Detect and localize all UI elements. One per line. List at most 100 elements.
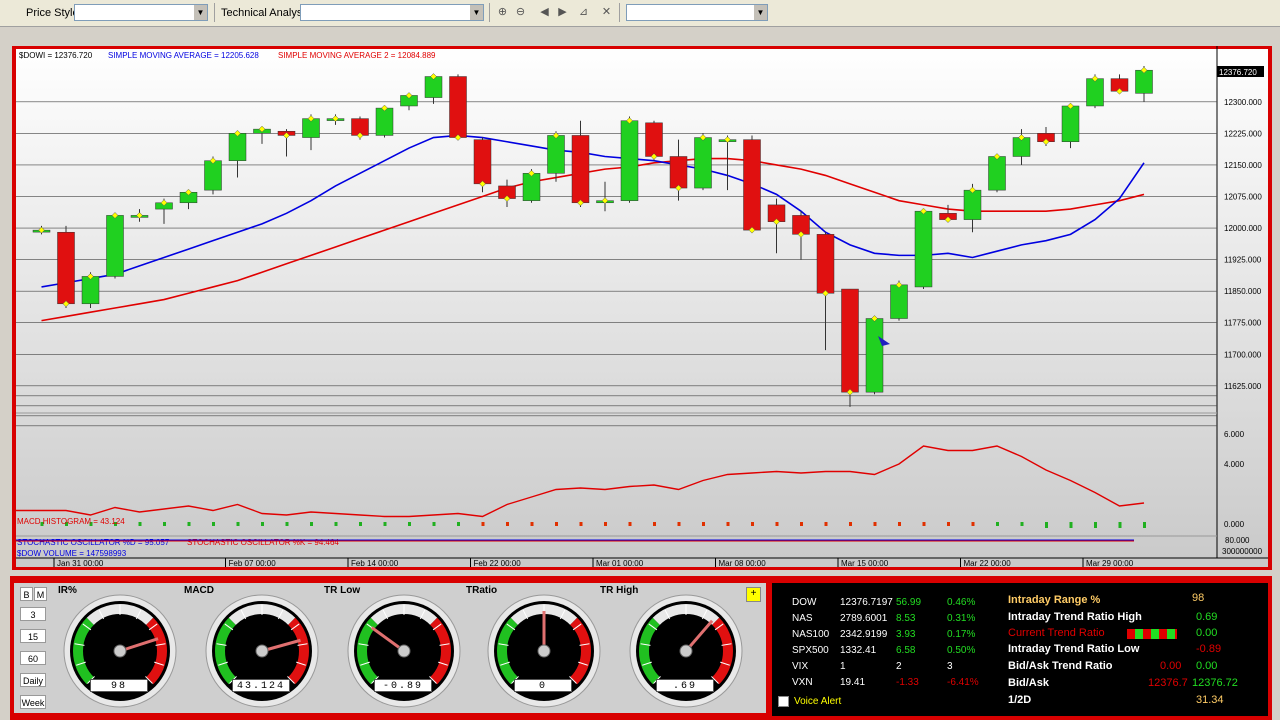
price-tick: 12225.000 xyxy=(1224,129,1262,138)
price-tick: 11700.000 xyxy=(1224,350,1262,359)
macd-histogram-bar xyxy=(383,522,387,526)
time-label: Mar 29 00:00 xyxy=(1086,559,1134,568)
candle-body xyxy=(473,139,492,185)
price-tick: 11850.000 xyxy=(1224,287,1262,296)
chevron-down-icon: ▼ xyxy=(194,5,207,20)
candle-body xyxy=(522,173,541,201)
market-symbol: SPX500 xyxy=(792,645,829,656)
scroll-left-icon[interactable]: ◀ xyxy=(536,4,553,21)
candle-body xyxy=(228,133,247,161)
period-button-daily[interactable]: Daily xyxy=(20,673,46,687)
macd-histogram-bar xyxy=(726,522,730,526)
gauge-value-tratio: 0 xyxy=(514,679,572,692)
time-label: Mar 08 00:00 xyxy=(719,559,767,568)
macd-histogram-bar xyxy=(1118,522,1122,528)
candle-body xyxy=(988,156,1006,191)
price-tick: 11925.000 xyxy=(1224,256,1262,265)
sma2-label: SIMPLE MOVING AVERAGE 2 = 12084.889 xyxy=(278,51,436,60)
macd-histogram-bar xyxy=(579,522,583,526)
separator xyxy=(214,3,215,22)
macd-tick: 0.000 xyxy=(1224,520,1245,529)
macd-histogram-bar xyxy=(1143,522,1146,528)
zoom-in-icon[interactable]: ⊕ xyxy=(494,4,511,21)
macd-histogram-bar xyxy=(310,522,313,526)
candle-body xyxy=(669,156,688,189)
candle-body xyxy=(204,160,222,191)
price-style-label: Price Style xyxy=(26,7,79,19)
close-icon[interactable]: ✕ xyxy=(598,4,615,21)
market-symbol: VIX xyxy=(792,661,809,672)
macd-histogram-bar xyxy=(457,522,460,526)
range-label: Intraday Range % xyxy=(1008,594,1101,606)
mode-button-b[interactable]: B xyxy=(20,587,33,601)
mode-button-m[interactable]: M xyxy=(34,587,47,601)
market-percent: -6.41% xyxy=(947,677,979,688)
period-button-3[interactable]: 3 xyxy=(20,607,46,621)
bid-value: 12376.7 xyxy=(1148,677,1188,689)
price-tick: 12300.000 xyxy=(1224,98,1262,107)
price-tick: 12000.000 xyxy=(1224,224,1262,233)
price-style-select[interactable]: ▼ xyxy=(74,4,208,21)
macd-histogram-bar xyxy=(481,522,485,526)
trend-high-label: Intraday Trend Ratio High xyxy=(1008,611,1142,623)
price-chart[interactable]: $DOWI = 12376.720 SIMPLE MOVING AVERAGE … xyxy=(12,46,1272,570)
time-label: Mar 01 00:00 xyxy=(596,559,644,568)
macd-histogram-bar xyxy=(898,522,901,526)
candle-body xyxy=(571,135,590,204)
macd-histogram-bar xyxy=(775,522,779,526)
bidask-trend-value1: 0.00 xyxy=(1160,660,1182,672)
zoom-out-icon[interactable]: ⊖ xyxy=(512,4,529,21)
market-change: 2 xyxy=(896,661,902,672)
sma1-label: SIMPLE MOVING AVERAGE = 12205.628 xyxy=(108,51,259,60)
macd-histogram-bar xyxy=(163,522,166,526)
period-button-week[interactable]: Week xyxy=(20,695,46,709)
gauge-hub xyxy=(397,644,411,658)
candle-body xyxy=(106,215,124,277)
add-gauge-button[interactable]: + xyxy=(746,587,761,602)
market-change: 3.93 xyxy=(896,629,916,640)
price-tick: 12150.000 xyxy=(1224,161,1262,170)
chart-area[interactable]: $DOWI = 12376.720 SIMPLE MOVING AVERAGE … xyxy=(12,46,1272,570)
half-day-value: 31.34 xyxy=(1196,694,1224,706)
macd-histogram-bar xyxy=(432,522,436,526)
bidask-label: Bid/Ask xyxy=(1008,677,1049,689)
market-percent: 0.17% xyxy=(947,629,976,640)
period-button-15[interactable]: 15 xyxy=(20,629,46,643)
scroll-right-icon[interactable]: ▶ xyxy=(554,4,571,21)
candle-body xyxy=(963,189,982,220)
market-symbol: DOW xyxy=(792,597,817,608)
time-label: Jan 31 00:00 xyxy=(57,559,104,568)
last-price-text: 12376.720 xyxy=(1219,68,1257,77)
macd-histogram-bar xyxy=(849,522,852,526)
macd-tick: 4.000 xyxy=(1224,460,1245,469)
voice-alert-checkbox[interactable] xyxy=(778,696,789,707)
price-tick: 12075.000 xyxy=(1224,192,1262,201)
half-day-label: 1/2D xyxy=(1008,694,1032,706)
gauge-tratio xyxy=(487,594,601,708)
market-change: 56.99 xyxy=(896,597,922,608)
gauge-hub xyxy=(255,644,269,658)
macd-histogram-bar xyxy=(1045,522,1048,528)
macd-histogram-bar xyxy=(138,522,142,526)
trend-bar xyxy=(1127,629,1177,639)
market-last: 2342.9199 xyxy=(840,629,888,640)
macd-histogram-bar xyxy=(971,522,975,526)
period-button-60[interactable]: 60 xyxy=(20,651,46,665)
indicator-label: Technical Analysis xyxy=(221,7,311,19)
macd-tick: 6.000 xyxy=(1224,430,1245,439)
gauge-hub xyxy=(113,644,127,658)
volume-tick: 300000000 xyxy=(1222,547,1263,556)
indicator-select[interactable]: ▼ xyxy=(300,4,484,21)
candle-body xyxy=(841,288,859,393)
macd-histogram-bar xyxy=(530,522,534,526)
chart-tool-icon[interactable]: ⊿ xyxy=(575,4,592,21)
symbol-label: $DOWI = 12376.720 xyxy=(19,51,93,60)
stoch-k-label: STOCHASTIC OSCILLATOR %K = 94.464 xyxy=(187,538,339,547)
macd-histogram-bar xyxy=(677,522,681,526)
market-symbol: NAS xyxy=(792,613,813,624)
voice-alert-label: Voice Alert xyxy=(794,696,842,707)
symbol-select[interactable]: ▼ xyxy=(626,4,768,21)
macd-histogram-bar xyxy=(1094,522,1097,528)
gauge-macd xyxy=(205,594,319,708)
candle-body xyxy=(1135,69,1153,94)
